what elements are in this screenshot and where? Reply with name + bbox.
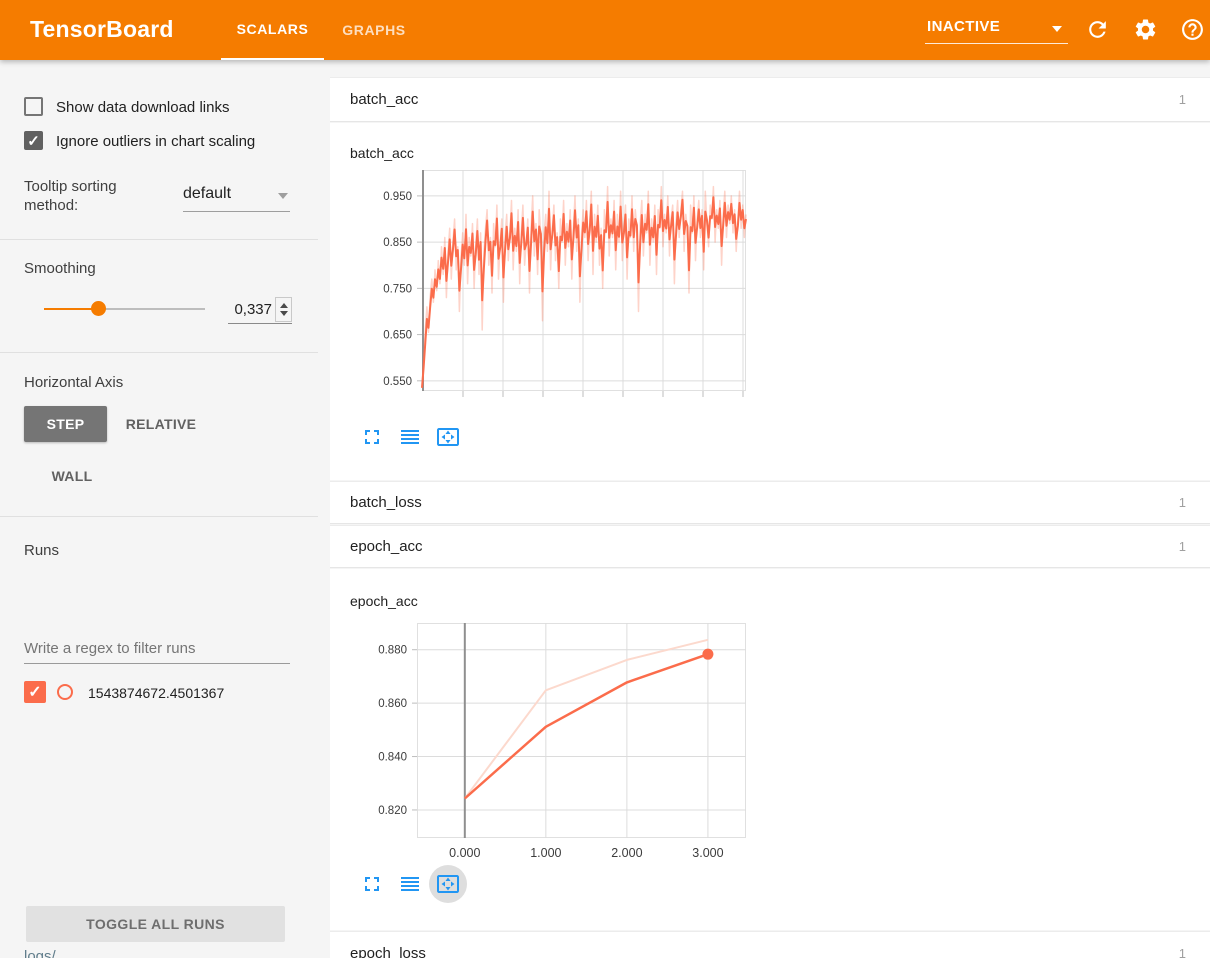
section-header-batch-loss[interactable]: batch_loss 1 xyxy=(330,481,1210,524)
axis-relative-label: RELATIVE xyxy=(126,416,197,432)
svg-text:0.550: 0.550 xyxy=(383,376,412,388)
svg-text:0.850: 0.850 xyxy=(383,237,412,249)
tab-scalars-label: SCALARS xyxy=(237,21,309,37)
svg-text:0.840: 0.840 xyxy=(378,752,407,764)
section-title: epoch_acc xyxy=(350,538,423,555)
show-download-links-label: Show data download links xyxy=(56,99,229,116)
ignore-outliers-checkbox[interactable]: ✓ xyxy=(24,131,43,150)
section-count: 1 xyxy=(1179,539,1186,554)
axis-step-button[interactable]: STEP xyxy=(24,406,107,442)
status-dropdown[interactable]: INACTIVE xyxy=(925,12,1068,44)
svg-text:0.880: 0.880 xyxy=(378,645,407,657)
section-count: 1 xyxy=(1179,946,1186,958)
chart-toolbar xyxy=(360,425,460,449)
run-color-indicator[interactable] xyxy=(57,684,73,700)
smoothing-slider-thumb[interactable] xyxy=(91,301,106,316)
app-title: TensorBoard xyxy=(30,16,174,43)
section-body-batch-acc: batch_acc 0.5500.6500.7500.8500.950 xyxy=(330,123,1210,480)
svg-text:0.000: 0.000 xyxy=(449,846,480,860)
svg-text:0.950: 0.950 xyxy=(383,191,412,203)
axis-wall-label: WALL xyxy=(52,468,93,484)
tooltip-sorting-dropdown[interactable]: default xyxy=(183,185,290,211)
ignore-outliers-label: Ignore outliers in chart scaling xyxy=(56,133,255,150)
log-scale-icon[interactable] xyxy=(398,425,422,449)
stepper-up-icon[interactable] xyxy=(280,303,288,308)
refresh-icon[interactable] xyxy=(1085,17,1110,42)
section-count: 1 xyxy=(1179,92,1186,107)
show-download-links-checkbox[interactable] xyxy=(24,97,43,116)
runs-directory-label: logs/ xyxy=(24,948,56,958)
svg-text:0.750: 0.750 xyxy=(383,283,412,295)
section-count: 1 xyxy=(1179,495,1186,510)
axis-relative-button[interactable]: RELATIVE xyxy=(117,406,205,442)
svg-text:0.860: 0.860 xyxy=(378,698,407,710)
expand-chart-icon[interactable] xyxy=(360,425,384,449)
section-title: epoch_loss xyxy=(350,945,426,958)
divider xyxy=(0,239,318,240)
run-name: 1543874672.4501367 xyxy=(88,685,224,701)
status-dropdown-value: INACTIVE xyxy=(927,18,1000,35)
runs-label: Runs xyxy=(24,542,59,559)
axis-step-label: STEP xyxy=(47,416,85,432)
runs-filter-input[interactable] xyxy=(24,634,290,664)
smoothing-slider-fill xyxy=(44,308,98,310)
divider xyxy=(0,516,318,517)
tab-graphs[interactable]: GRAPHS xyxy=(330,0,418,60)
smoothing-value-box xyxy=(228,296,292,324)
svg-text:2.000: 2.000 xyxy=(611,846,642,860)
stepper-down-icon[interactable] xyxy=(280,311,288,316)
section-title: batch_loss xyxy=(350,494,422,511)
app-header: TensorBoard SCALARS GRAPHS INACTIVE xyxy=(0,0,1210,60)
svg-text:3.000: 3.000 xyxy=(692,846,723,860)
run-checkbox[interactable]: ✓ xyxy=(24,681,46,703)
tab-scalars[interactable]: SCALARS xyxy=(221,0,324,60)
section-body-epoch-acc: epoch_acc 0.8200.8400.8600.8800.0001.000… xyxy=(330,569,1210,930)
divider xyxy=(0,352,318,353)
horizontal-axis-label: Horizontal Axis xyxy=(24,374,123,391)
axis-wall-button[interactable]: WALL xyxy=(34,458,110,494)
tensorboard-app: TensorBoard SCALARS GRAPHS INACTIVE Show… xyxy=(0,0,1210,958)
tab-graphs-label: GRAPHS xyxy=(342,22,406,38)
sidebar: Show data download links ✓ Ignore outlie… xyxy=(0,60,320,958)
toggle-all-runs-button[interactable]: TOGGLE ALL RUNS xyxy=(26,906,285,942)
fit-domain-icon[interactable] xyxy=(436,425,460,449)
fit-domain-icon[interactable] xyxy=(436,872,460,896)
section-header-epoch-loss[interactable]: epoch_loss 1 xyxy=(330,931,1210,958)
svg-text:0.820: 0.820 xyxy=(378,805,407,817)
section-header-epoch-acc[interactable]: epoch_acc 1 xyxy=(330,525,1210,568)
gear-icon[interactable] xyxy=(1133,17,1158,42)
tooltip-sorting-value: default xyxy=(183,185,231,202)
chevron-down-icon xyxy=(1052,26,1062,32)
svg-text:0.650: 0.650 xyxy=(383,330,412,342)
chart-title: batch_acc xyxy=(350,145,414,161)
expand-chart-icon[interactable] xyxy=(360,872,384,896)
tooltip-sorting-label: Tooltip sorting method: xyxy=(24,177,174,215)
dropdown-underline xyxy=(183,211,290,212)
smoothing-slider[interactable] xyxy=(44,308,205,310)
smoothing-label: Smoothing xyxy=(24,260,96,277)
smoothing-value-input[interactable] xyxy=(228,296,272,322)
log-scale-icon[interactable] xyxy=(398,872,422,896)
help-icon[interactable] xyxy=(1180,17,1205,42)
toggle-all-runs-label: TOGGLE ALL RUNS xyxy=(86,916,225,932)
smoothing-stepper[interactable] xyxy=(275,297,292,322)
section-title: batch_acc xyxy=(350,91,418,108)
chart-title: epoch_acc xyxy=(350,593,418,609)
epoch-acc-chart[interactable]: 0.8200.8400.8600.8800.0001.0002.0003.000 xyxy=(417,623,746,838)
section-header-batch-acc[interactable]: batch_acc 1 xyxy=(330,77,1210,122)
svg-text:1.000: 1.000 xyxy=(530,846,561,860)
chevron-down-icon xyxy=(278,193,288,199)
chart-toolbar xyxy=(360,872,460,896)
batch-acc-chart[interactable]: 0.5500.6500.7500.8500.950 xyxy=(422,170,746,391)
